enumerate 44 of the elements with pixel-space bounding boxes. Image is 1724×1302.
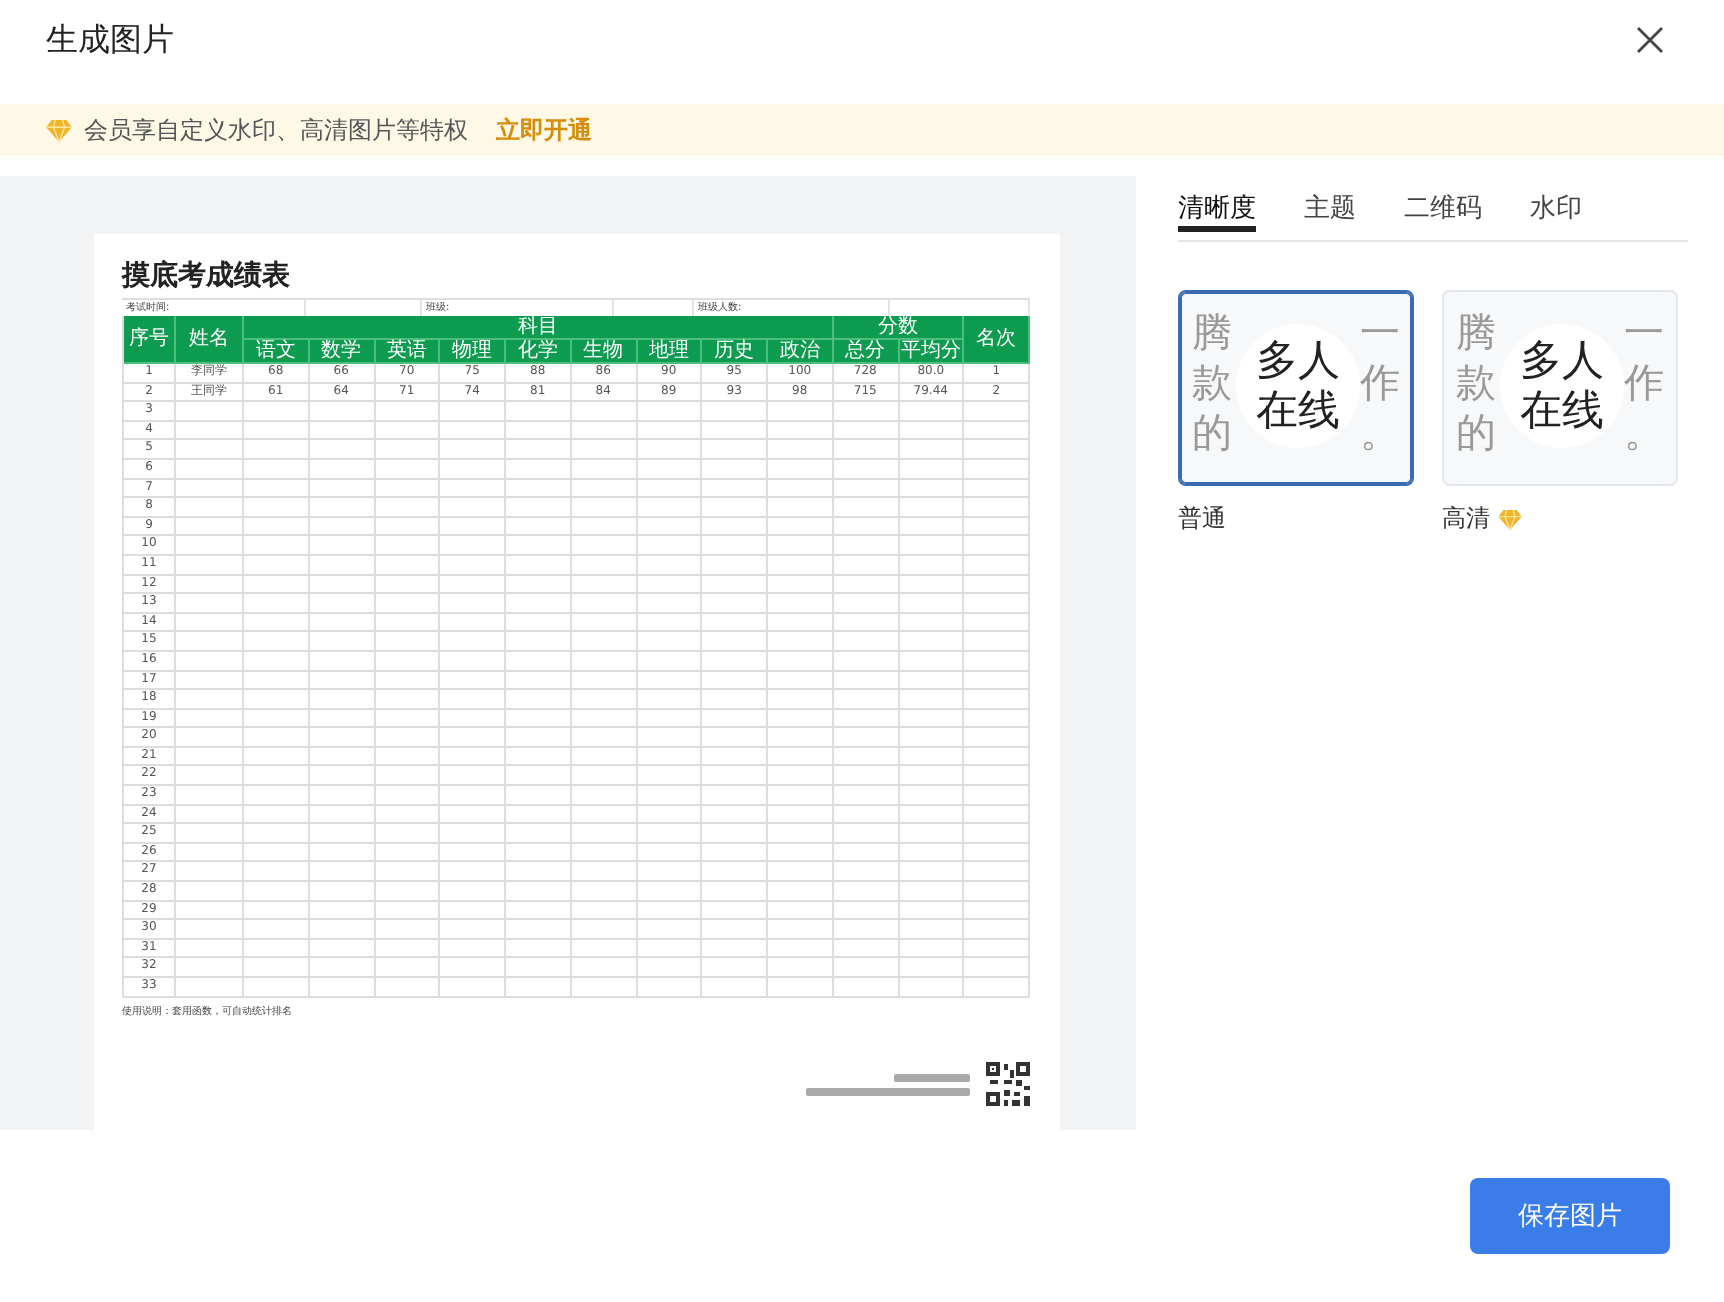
save-image-button[interactable]: 保存图片 xyxy=(1470,1178,1670,1254)
tab[interactable]: 主题 xyxy=(1304,176,1356,226)
dialog-title: 生成图片 xyxy=(46,19,174,61)
header-cell: 平均分 xyxy=(899,340,965,364)
sheet-title: 摸底考成绩表 xyxy=(122,258,292,294)
header-cell: 英语 xyxy=(375,340,441,364)
header-cell: 物理 xyxy=(440,340,506,364)
header-cell: 历史 xyxy=(702,340,768,364)
banner-text: 会员享自定义水印、高清图片等特权 xyxy=(84,113,468,147)
sample-text: 款 xyxy=(1456,358,1496,408)
header-cell: 政治 xyxy=(768,340,834,364)
header-cell: 名次 xyxy=(964,316,1030,364)
header-cell: 数学 xyxy=(309,340,375,364)
header-cell: 科目 xyxy=(244,316,834,340)
sample-text: 作 xyxy=(1624,358,1664,408)
sample-circle: 多人 在线 xyxy=(1236,324,1360,448)
sample-text: 腾 xyxy=(1192,308,1232,358)
sample-text: 的 xyxy=(1192,408,1232,458)
sample-text: 。 xyxy=(1360,408,1400,458)
header-cell: 分数 xyxy=(833,316,965,340)
header-cell: 姓名 xyxy=(176,316,244,364)
header-cell: 语文 xyxy=(244,340,310,364)
sample-text: 的 xyxy=(1456,408,1496,458)
quality-label: 普通 xyxy=(1178,502,1226,536)
sample-circle: 多人 在线 xyxy=(1500,324,1624,448)
diamond-icon xyxy=(46,119,72,141)
qr-code-icon xyxy=(986,1061,1030,1110)
sample-text: 一 xyxy=(1624,308,1664,358)
header-cell: 地理 xyxy=(637,340,703,364)
sample-text: 款 xyxy=(1192,358,1232,408)
header-cell: 化学 xyxy=(506,340,572,364)
tab[interactable]: 水印 xyxy=(1530,176,1582,226)
header-cell: 生物 xyxy=(571,340,637,364)
sample-text: 。 xyxy=(1624,408,1664,458)
header-cell: 总分 xyxy=(833,340,899,364)
sample-text: 一 xyxy=(1360,308,1400,358)
diamond-icon xyxy=(1498,509,1522,529)
sample-text: 作 xyxy=(1360,358,1400,408)
sample-text: 腾 xyxy=(1456,308,1496,358)
tab[interactable]: 二维码 xyxy=(1404,176,1482,226)
tab[interactable]: 清晰度 xyxy=(1178,176,1256,232)
header-cell: 序号 xyxy=(124,316,176,364)
quality-label: 高清 xyxy=(1442,502,1490,536)
close-icon[interactable] xyxy=(1636,26,1664,54)
